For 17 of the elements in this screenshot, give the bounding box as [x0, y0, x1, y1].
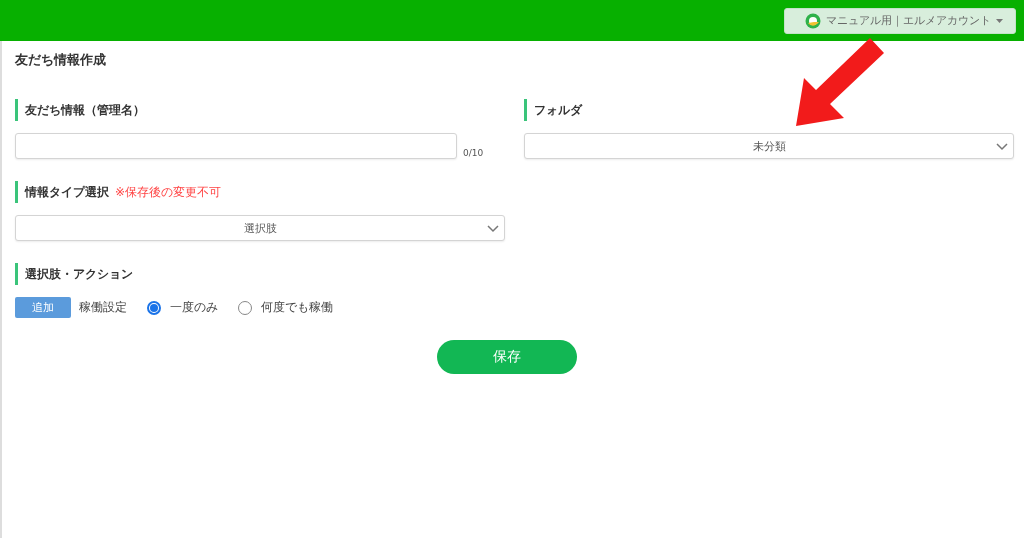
account-menu-button[interactable]: マニュアル用｜エルメアカウント [784, 7, 1016, 34]
radio-option[interactable]: 一度のみ [147, 299, 218, 316]
field-label: 友だち情報（管理名） [15, 99, 505, 121]
page-title: 友だち情報作成 [15, 51, 106, 69]
field-label: 選択肢・アクション [15, 263, 1014, 285]
field-label: 情報タイプ選択 [25, 183, 109, 201]
logo-icon [805, 12, 821, 29]
caret-icon [996, 18, 1003, 23]
name-input-field[interactable] [15, 133, 457, 159]
dropdown-field[interactable]: 選択肢 [15, 215, 505, 241]
chevron-down-icon [487, 225, 499, 233]
character-counter: 0/10 [463, 148, 484, 158]
setting-label: 稼働設定 [79, 299, 127, 316]
radio-option[interactable]: 何度でも稼働 [238, 299, 333, 316]
chevron-down-icon [996, 143, 1008, 151]
warning-note: ※保存後の変更不可 [115, 183, 222, 201]
dropdown-field[interactable]: 未分類 [524, 133, 1014, 159]
